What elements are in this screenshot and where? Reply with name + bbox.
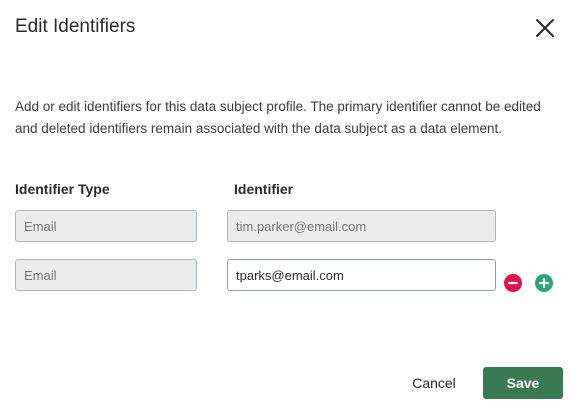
- minus-circle-icon: [508, 281, 518, 285]
- plus-circle-icon: [539, 278, 549, 288]
- identifier-field-2[interactable]: [227, 259, 496, 291]
- identifier-field-1: [227, 210, 496, 242]
- cancel-button[interactable]: Cancel: [404, 368, 464, 398]
- identifier-type-select-1: [15, 210, 197, 242]
- edit-identifiers-dialog: Edit Identifiers Add or edit identifiers…: [0, 0, 579, 413]
- close-icon: [536, 19, 554, 37]
- save-button[interactable]: Save: [483, 367, 563, 399]
- add-identifier-button[interactable]: [535, 274, 553, 292]
- identifier-header: Identifier: [234, 181, 294, 197]
- dialog-description: Add or edit identifiers for this data su…: [15, 99, 541, 136]
- dialog-title: Edit Identifiers: [15, 16, 136, 37]
- identifier-type-header: Identifier Type: [15, 181, 110, 197]
- identifier-type-select-2: [15, 259, 197, 291]
- close-button[interactable]: [533, 16, 557, 40]
- remove-identifier-button[interactable]: [504, 274, 522, 292]
